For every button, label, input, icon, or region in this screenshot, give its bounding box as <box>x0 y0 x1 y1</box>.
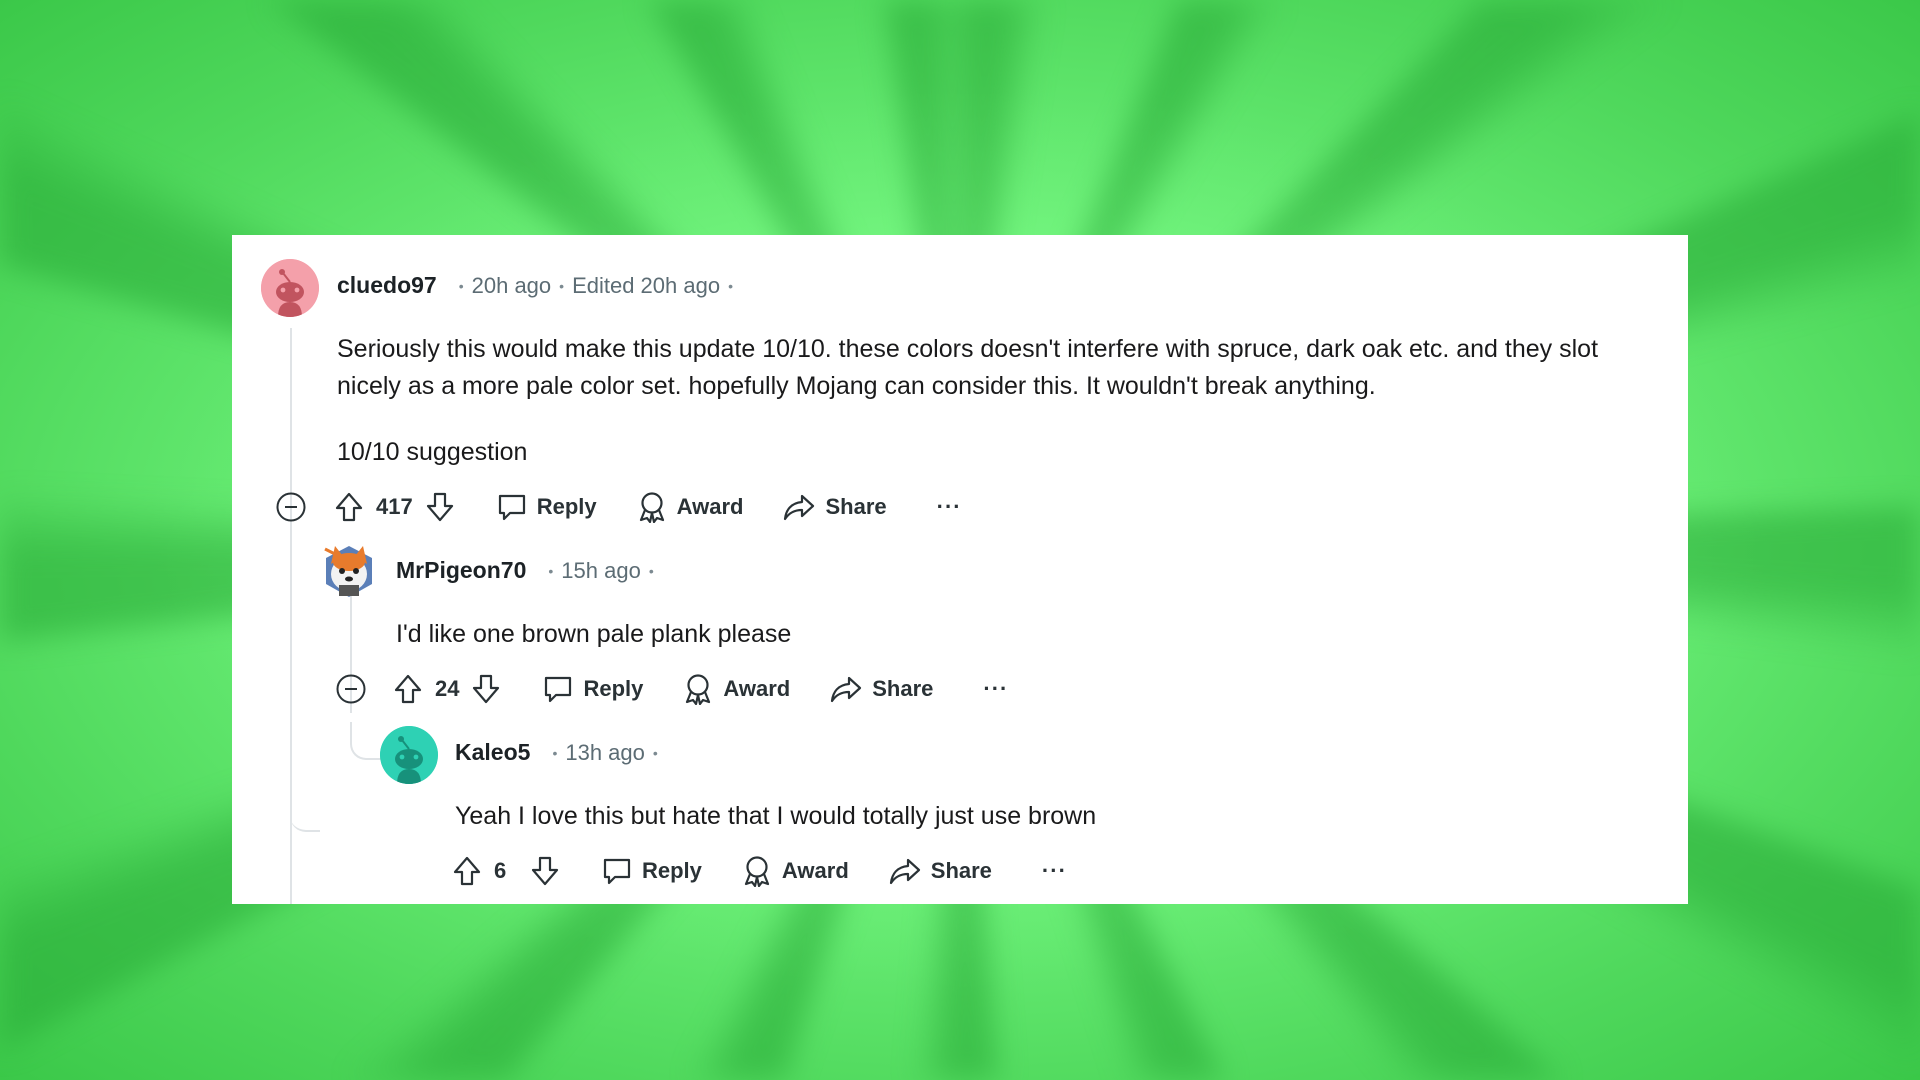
timestamp[interactable]: 15h ago <box>561 558 641 584</box>
reply-label: Reply <box>642 858 702 883</box>
separator-dot: • <box>648 562 654 579</box>
username[interactable]: Kaleo5 <box>455 739 530 766</box>
share-label: Share <box>825 494 887 519</box>
comment-action-bar: 6 Reply Award Share ··· <box>450 851 1067 891</box>
award-button[interactable]: Award <box>637 491 744 523</box>
snoo-avatar-icon <box>380 726 438 784</box>
comment-meta: cluedo97 • 20h ago • Edited 20h ago • <box>337 272 741 299</box>
comment-meta: MrPigeon70 • 15h ago • <box>396 557 662 584</box>
share-icon <box>889 858 920 885</box>
upvote-icon[interactable] <box>332 490 366 524</box>
comment-icon <box>498 494 525 521</box>
award-label: Award <box>723 676 791 701</box>
separator-dot: • <box>652 744 658 761</box>
share-button[interactable]: Share <box>783 493 887 521</box>
more-icon[interactable]: ··· <box>937 494 962 520</box>
separator-dot: • <box>552 744 558 761</box>
separator-dot: • <box>458 277 464 294</box>
downvote-icon[interactable] <box>469 672 503 706</box>
vote-score: 417 <box>376 494 413 519</box>
comment-paragraph: I'd like one brown pale plank please <box>396 620 792 648</box>
share-button[interactable]: Share <box>889 857 992 885</box>
thread-elbow-level-2 <box>290 705 320 832</box>
comment-body: Seriously this would make this update 10… <box>337 331 1637 471</box>
timestamp[interactable]: 20h ago <box>472 273 552 299</box>
downvote-icon[interactable] <box>423 490 457 524</box>
snoo-avatar-icon <box>261 259 319 317</box>
award-icon <box>744 856 770 887</box>
reply-button[interactable]: Reply <box>543 674 643 704</box>
collapse-icon[interactable] <box>276 492 306 522</box>
avatar[interactable] <box>380 726 438 784</box>
share-icon <box>831 676 862 703</box>
reply-button[interactable]: Reply <box>602 856 702 886</box>
comment-action-bar: 24 Reply Award Share ··· <box>391 669 1008 709</box>
avatar[interactable] <box>261 259 319 317</box>
username[interactable]: MrPigeon70 <box>396 557 526 584</box>
award-button[interactable]: Award <box>683 673 790 705</box>
separator-dot: • <box>548 562 554 579</box>
award-icon <box>639 492 664 523</box>
reply-label: Reply <box>536 494 597 519</box>
reply-button[interactable]: Reply <box>497 492 597 522</box>
vote-score: 6 <box>494 858 507 883</box>
comment-icon <box>603 858 631 885</box>
comment-body: Yeah I love this but hate that I would t… <box>455 798 1605 835</box>
comment-paragraph: Seriously this would make this update 10… <box>337 335 1599 400</box>
avatar[interactable] <box>321 540 377 600</box>
share-button[interactable]: Share <box>830 675 933 703</box>
award-button[interactable]: Award <box>742 855 849 887</box>
more-icon[interactable]: ··· <box>983 676 1008 702</box>
upvote-icon[interactable] <box>450 854 484 888</box>
comment-icon <box>545 676 572 703</box>
pigeon-avatar-icon <box>324 546 372 597</box>
comment-paragraph: Yeah I love this but hate that I would t… <box>455 802 1097 830</box>
award-label: Award <box>676 494 744 519</box>
share-label: Share <box>930 858 992 883</box>
collapse-icon[interactable] <box>336 674 366 704</box>
share-icon <box>784 494 815 521</box>
share-label: Share <box>872 676 934 701</box>
separator-dot: • <box>559 277 565 294</box>
upvote-icon[interactable] <box>391 672 425 706</box>
more-icon[interactable]: ··· <box>1042 858 1067 884</box>
award-icon <box>686 674 711 705</box>
edited-label: Edited 20h ago <box>572 272 721 298</box>
comment-body: I'd like one brown pale plank please <box>396 616 1596 653</box>
downvote-icon[interactable] <box>528 854 562 888</box>
award-label: Award <box>781 858 849 883</box>
thread-line-level-1 <box>290 328 292 728</box>
comment-thread-card: cluedo97 • 20h ago • Edited 20h ago • Se… <box>232 235 1688 904</box>
comment-meta: Kaleo5 • 13h ago • <box>455 739 666 766</box>
comment-action-bar: 417 Reply Award Share ··· <box>332 487 962 527</box>
reply-label: Reply <box>583 676 644 701</box>
separator-dot: • <box>728 277 733 294</box>
thread-elbow-level-3 <box>350 722 382 760</box>
comment-paragraph: 10/10 suggestion <box>337 438 528 466</box>
username[interactable]: cluedo97 <box>337 272 437 299</box>
timestamp[interactable]: 13h ago <box>565 740 645 766</box>
vote-score: 24 <box>435 676 460 701</box>
